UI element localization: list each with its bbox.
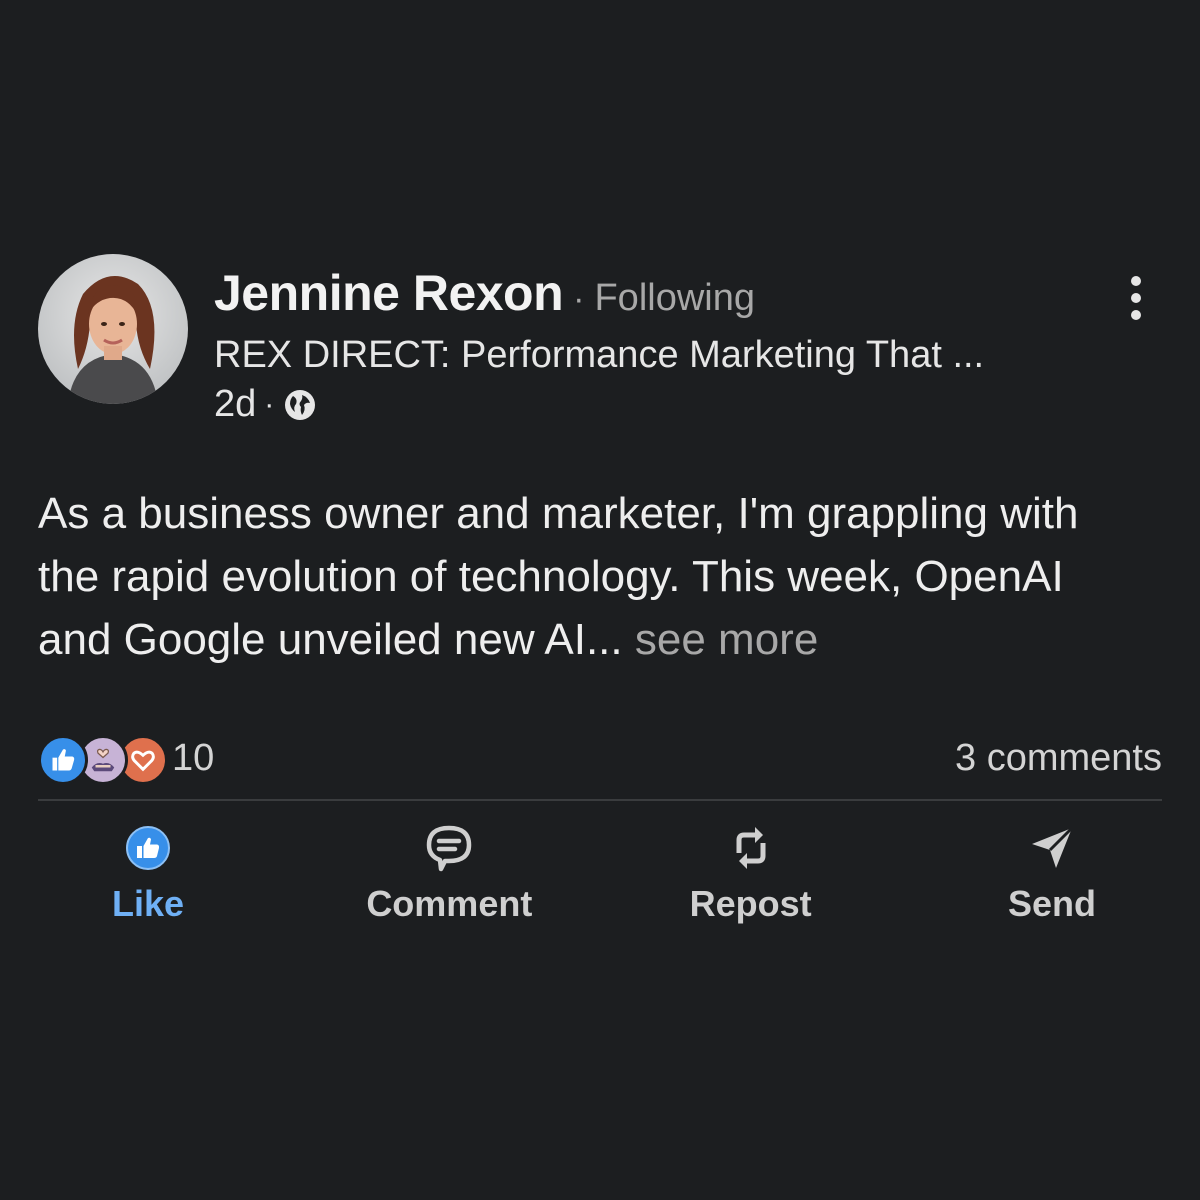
author-name-line: Jennine Rexon · Following [214,264,984,324]
see-more-link[interactable]: see more [635,615,818,664]
send-button[interactable]: Send [942,823,1162,925]
post-header: Jennine Rexon · Following REX DIRECT: Pe… [38,254,1162,425]
repost-icon [729,823,773,873]
separator-dot: · [573,280,585,318]
post-meta: 2d · [214,383,984,426]
author-info: Jennine Rexon · Following REX DIRECT: Pe… [214,264,984,426]
globe-icon [282,387,318,423]
comment-label: Comment [366,883,533,924]
post-text: As a business owner and marketer, I'm gr… [38,489,1079,664]
follow-status: Following [594,277,755,319]
reactions-summary[interactable]: 10 [38,733,215,785]
social-counts-bar: 10 3 comments [38,731,1162,785]
like-label: Like [111,883,185,924]
author-avatar[interactable] [38,254,188,404]
post-action-bar: Like Comment Repost Send [38,801,1162,925]
post-time: 2d [214,383,257,425]
comment-bubble-icon [423,823,475,873]
like-button[interactable]: Like [38,823,258,925]
reaction-count: 10 [172,736,215,779]
thumbs-up-icon [125,823,171,873]
comment-count-link[interactable]: 3 comments [955,737,1162,780]
like-icon [38,735,88,785]
more-dot [1131,310,1141,320]
repost-button[interactable]: Repost [641,823,861,925]
feed-page: Jennine Rexon · Following REX DIRECT: Pe… [0,0,1200,1200]
separator-dot: · [264,387,275,421]
send-icon [1028,823,1076,873]
send-label: Send [1007,883,1096,924]
post-body: As a business owner and marketer, I'm gr… [38,482,1148,671]
more-options-button[interactable] [1116,268,1156,328]
author-headline: REX DIRECT: Performance Marketing That .… [214,334,985,376]
more-dot [1131,293,1141,303]
repost-label: Repost [689,883,812,924]
comment-button[interactable]: Comment [339,823,559,925]
more-dot [1131,276,1141,286]
author-name[interactable]: Jennine Rexon [214,264,564,322]
feed-post: Jennine Rexon · Following REX DIRECT: Pe… [38,254,1162,925]
reaction-icons [38,733,168,785]
